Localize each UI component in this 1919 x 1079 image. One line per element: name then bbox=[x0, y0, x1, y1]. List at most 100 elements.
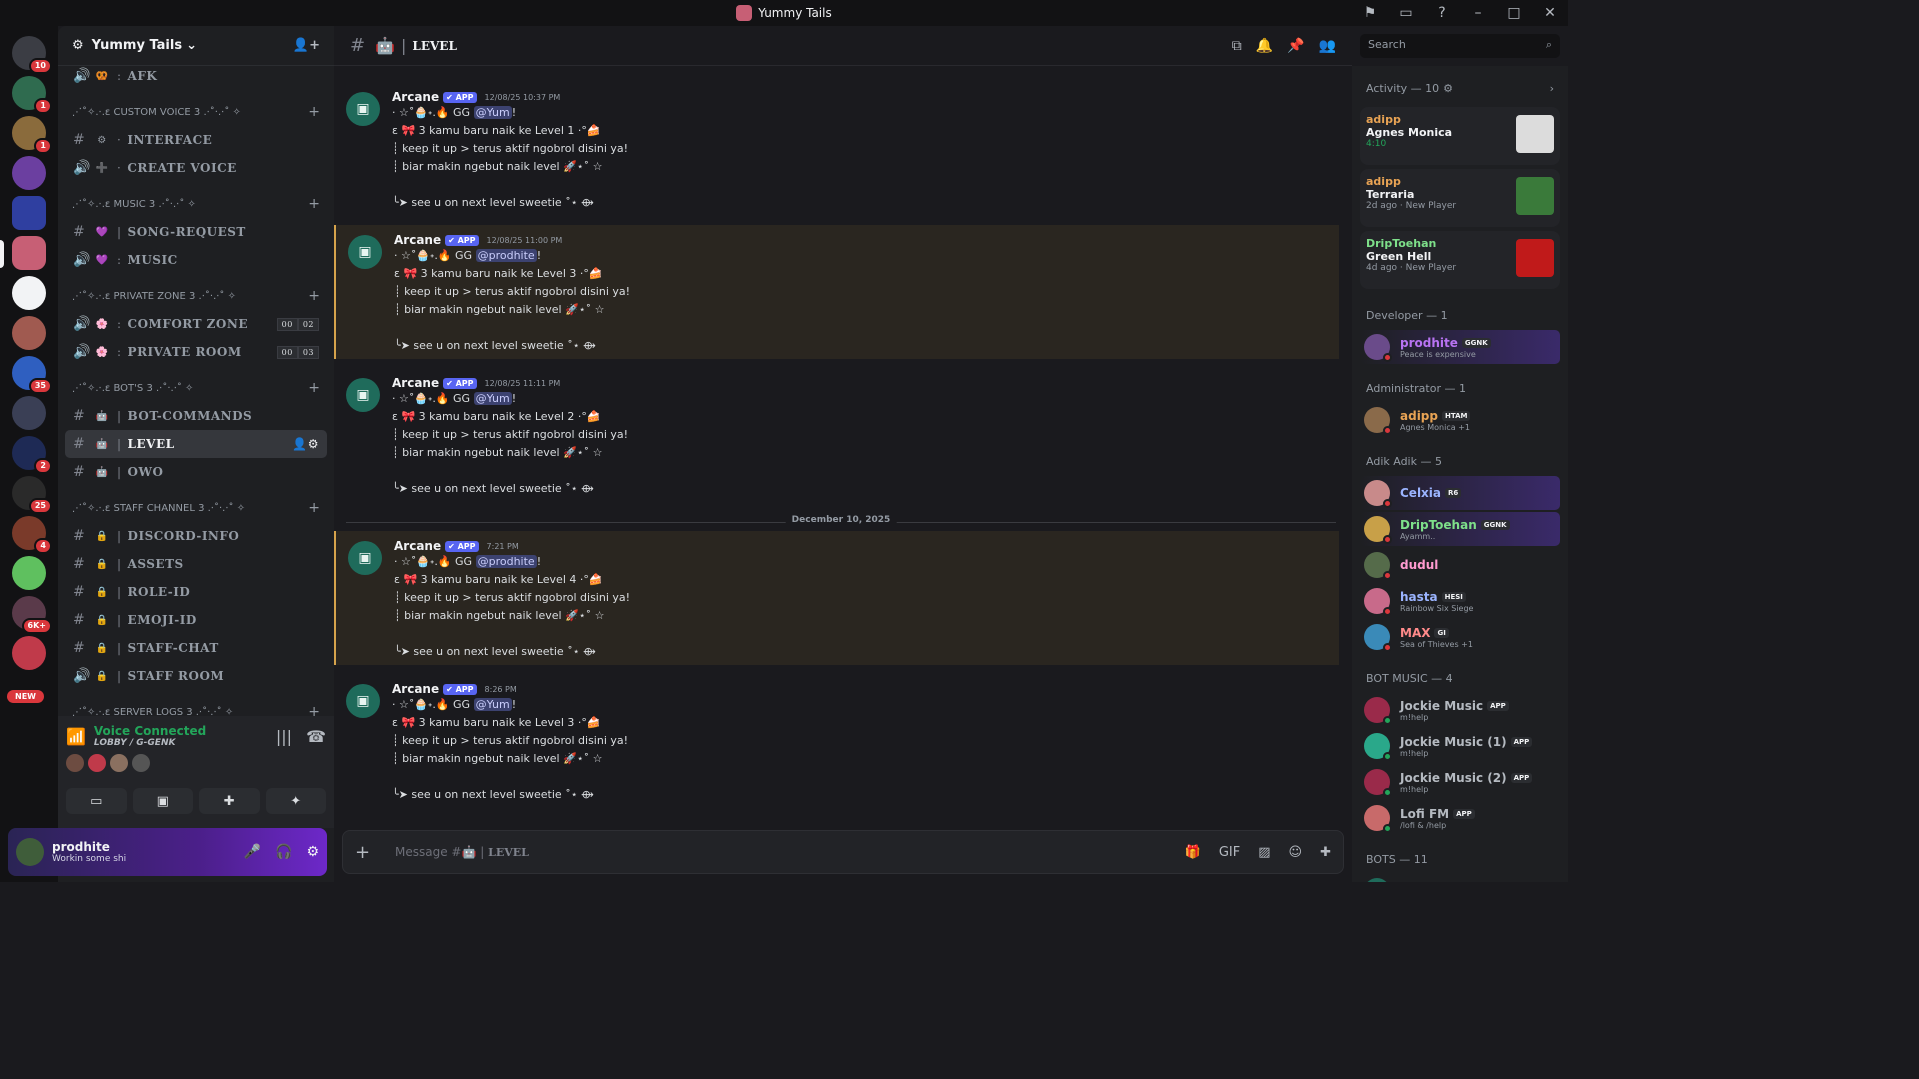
message-author[interactable]: Arcane bbox=[392, 90, 439, 104]
avatar[interactable] bbox=[1364, 552, 1392, 580]
member-item[interactable]: adipp HTAM Agnes Monica +1 bbox=[1360, 403, 1560, 437]
voice-channel[interactable]: LOBBY / G-GENK bbox=[94, 738, 206, 748]
add-channel-icon[interactable]: + bbox=[308, 196, 320, 212]
camera-off-button[interactable]: ▭ bbox=[66, 788, 127, 814]
user-mention[interactable]: @Yum bbox=[473, 392, 512, 405]
avatar[interactable] bbox=[1364, 407, 1392, 435]
category-private-zone[interactable]: ⋰˚✧.⋅.ε PRIVATE ZONE 3 .⋅˚·.⋅˚ ✧ + bbox=[58, 282, 334, 310]
inbox-icon[interactable]: ▭ bbox=[1388, 5, 1424, 21]
server-icon[interactable]: 2 bbox=[12, 436, 52, 474]
member-item[interactable]: Jockie Music (2) APP m!help bbox=[1360, 765, 1560, 799]
avatar[interactable] bbox=[1364, 334, 1392, 362]
emoji-icon[interactable]: ☺ bbox=[1289, 845, 1303, 860]
member-item[interactable]: dudul bbox=[1360, 548, 1560, 582]
close-icon[interactable]: ✕ bbox=[1532, 5, 1568, 21]
invite-icon[interactable]: 👤+ bbox=[293, 38, 320, 53]
category-music[interactable]: ⋰˚✧.⋅.ε MUSIC 3 .⋅˚·.⋅˚ ✧ + bbox=[58, 190, 334, 218]
channel-role-id[interactable]: # 🔒 | ROLE-ID bbox=[65, 578, 327, 606]
server-icon[interactable]: 4 bbox=[12, 516, 52, 554]
member-item[interactable]: Jockie Music APP m!help bbox=[1360, 693, 1560, 727]
server-icon[interactable]: 25 bbox=[12, 476, 52, 514]
bot-avatar[interactable]: ▣ bbox=[346, 378, 380, 412]
avatar[interactable] bbox=[1364, 588, 1392, 616]
message-input[interactable]: Message #🤖 | LEVEL bbox=[395, 845, 529, 859]
server-icon[interactable] bbox=[12, 396, 46, 430]
server-icon[interactable]: 1 bbox=[12, 116, 52, 154]
channel-assets[interactable]: # 🔒 | ASSETS bbox=[65, 550, 327, 578]
chat-message[interactable]: ▣ Arcane ✔ APP 12/08/25 10:37 PM · ☆˚🧁˖.🔥 GG… bbox=[334, 82, 1339, 216]
user-mention[interactable]: @Yum bbox=[473, 698, 512, 711]
flag-icon[interactable]: ⚑ bbox=[1352, 5, 1388, 21]
channel-bot-commands[interactable]: # 🤖 | BOT-COMMANDS bbox=[65, 402, 327, 430]
member-list-icon[interactable]: 👥 bbox=[1319, 38, 1336, 54]
plus-icon[interactable]: + bbox=[355, 842, 395, 863]
member-item[interactable]: MAX GI Sea of Thieves +1 bbox=[1360, 620, 1560, 654]
screen-share-button[interactable]: ▣ bbox=[132, 788, 193, 814]
member-item[interactable]: Jockie Music (1) APP m!help bbox=[1360, 729, 1560, 763]
avatar[interactable] bbox=[16, 838, 44, 866]
category-staff-channel[interactable]: ⋰˚✧.⋅.ε STAFF CHANNEL 3 .⋅˚·.⋅˚ ✧ + bbox=[58, 494, 334, 522]
channel-create-voice[interactable]: 🔊 ➕ · CREATE VOICE bbox=[65, 154, 327, 182]
pin-icon[interactable]: 📌 bbox=[1287, 38, 1304, 54]
member-item[interactable]: Celxia R6 bbox=[1360, 476, 1560, 510]
soundboard-button[interactable]: ✦ bbox=[265, 788, 326, 814]
avatar[interactable] bbox=[1364, 769, 1392, 797]
channel-staff-chat[interactable]: # 🔒 | STAFF-CHAT bbox=[65, 634, 327, 662]
voice-status[interactable]: Voice Connected bbox=[94, 724, 206, 738]
channel-private-room[interactable]: 🔊 🌸: PRIVATE ROOM 00 03 bbox=[65, 338, 327, 366]
member-item[interactable]: hasta HESI Rainbow Six Siege bbox=[1360, 584, 1560, 618]
avatar[interactable] bbox=[132, 754, 150, 772]
activity-card[interactable]: DripToehan Green Hell 4d ago · New Player bbox=[1360, 231, 1560, 289]
member-item[interactable]: DripToehan GGNK Ayamm.. bbox=[1360, 512, 1560, 546]
avatar[interactable] bbox=[1364, 480, 1392, 508]
search-input[interactable]: Search ⌕ bbox=[1360, 34, 1560, 58]
sticker-icon[interactable]: ▨ bbox=[1258, 845, 1270, 860]
channel-staff-room[interactable]: 🔊 🔒 | STAFF ROOM bbox=[65, 662, 327, 690]
avatar[interactable] bbox=[66, 754, 84, 772]
activities-button[interactable]: ✚ bbox=[199, 788, 260, 814]
add-channel-icon[interactable]: + bbox=[308, 500, 320, 516]
category-bots[interactable]: ⋰˚✧.⋅.ε BOT'S 3 .⋅˚·.⋅˚ ✧ + bbox=[58, 374, 334, 402]
avatar[interactable] bbox=[1364, 697, 1392, 725]
apps-icon[interactable]: ✚ bbox=[1320, 845, 1331, 860]
user-mention[interactable]: @prodhite bbox=[475, 249, 537, 262]
avatar[interactable] bbox=[1364, 878, 1390, 882]
help-icon[interactable]: ? bbox=[1424, 5, 1460, 21]
chat-message[interactable]: ▣ Arcane ✔ APP 12/08/25 11:00 PM · ☆˚🧁˖.🔥 GG… bbox=[334, 225, 1339, 359]
add-channel-icon[interactable]: + bbox=[308, 380, 320, 396]
server-icon[interactable]: 35 bbox=[12, 356, 52, 394]
channel-level[interactable]: # 🤖 | LEVEL 👤⚙ bbox=[65, 430, 327, 458]
bell-icon[interactable]: 🔔 bbox=[1256, 38, 1273, 54]
server-icon[interactable] bbox=[12, 196, 46, 230]
server-icon[interactable]: 1 bbox=[12, 76, 52, 114]
server-icon[interactable] bbox=[12, 276, 46, 310]
minimize-icon[interactable]: – bbox=[1460, 5, 1496, 21]
soundboard-icon[interactable]: ||| bbox=[276, 727, 292, 746]
channel-music[interactable]: 🔊 💜: MUSIC bbox=[65, 246, 327, 274]
channel-comfort-zone[interactable]: 🔊 🌸: COMFORT ZONE 00 02 bbox=[65, 310, 327, 338]
channel-afk[interactable]: 🔊 🥨: AFK bbox=[65, 62, 327, 90]
chevron-right-icon[interactable]: › bbox=[1550, 82, 1554, 95]
member-item[interactable]: Lofi FM APP/lofi & /help bbox=[1360, 801, 1560, 835]
message-author[interactable]: Arcane bbox=[392, 682, 439, 696]
avatar[interactable] bbox=[1364, 805, 1392, 833]
avatar[interactable] bbox=[1364, 733, 1392, 761]
bot-avatar[interactable]: ▣ bbox=[346, 92, 380, 126]
channel-song-request[interactable]: # 💜 | SONG-REQUEST bbox=[65, 218, 327, 246]
member-item[interactable]: ArcaneAPParcane.bot 154/1536 bbox=[1360, 874, 1560, 882]
channel-owo[interactable]: # 🤖 | OWO bbox=[65, 458, 327, 486]
server-icon[interactable] bbox=[12, 316, 46, 350]
message-author[interactable]: Arcane bbox=[392, 376, 439, 390]
activity-card[interactable]: adipp Agnes Monica 4:10 bbox=[1360, 107, 1560, 165]
add-channel-icon[interactable]: + bbox=[308, 288, 320, 304]
channel-interface[interactable]: # ⚙ · INTERFACE bbox=[65, 126, 327, 154]
microphone-icon[interactable]: 🎤 bbox=[244, 844, 261, 860]
server-icon[interactable] bbox=[12, 156, 46, 190]
channel-emoji-id[interactable]: # 🔒 | EMOJI-ID bbox=[65, 606, 327, 634]
guild-header[interactable]: ⚙ Yummy Tails ⌄ 👤+ bbox=[58, 26, 334, 66]
server-icon[interactable] bbox=[12, 556, 46, 590]
bot-avatar[interactable]: ▣ bbox=[346, 684, 380, 718]
headphones-icon[interactable]: 🎧 bbox=[275, 844, 292, 860]
chat-message[interactable]: ▣ Arcane ✔ APP 7:21 PM · ☆˚🧁˖.🔥 GG @prodhite… bbox=[334, 531, 1339, 665]
disconnect-icon[interactable]: ☎ bbox=[306, 727, 326, 746]
